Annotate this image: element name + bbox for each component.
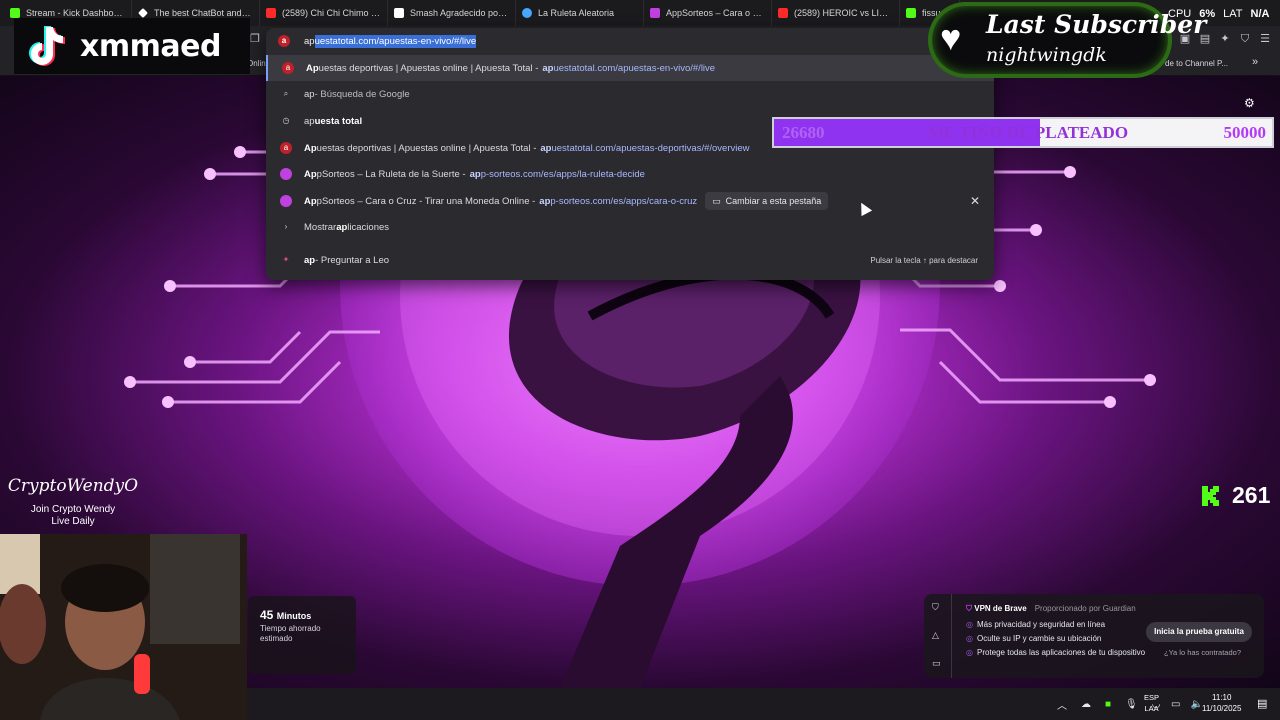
webcam-image [0,534,247,720]
monitor-icon[interactable]: ▭ [1171,699,1180,710]
bookmark-icon[interactable]: ❐ [248,32,262,46]
kick-tray-icon[interactable]: ■ [1105,699,1111,710]
leo-icon[interactable]: ✦ [1218,32,1232,46]
apuesta-total-icon: a [278,35,290,47]
already-subscribed-link[interactable]: ¿Ya lo has contratado? [1164,648,1241,657]
goal-target: 50000 [1223,123,1267,142]
tiktok-username: xmmaed [80,28,221,64]
tiktok-icon [394,8,404,18]
start-trial-button[interactable]: Inicia la prueba gratuita [1146,622,1252,642]
card-icon[interactable]: ▭ [932,658,941,669]
crypto-line-2: Live Daily [51,516,95,527]
shield-icon[interactable]: ⛉ [932,602,939,613]
heart-icon: ♥ [940,17,962,58]
suggestion-0[interactable]: a Ap uestas deportivas | Apuestas online … [266,55,994,81]
tab-2[interactable]: (2589) Chi Chi Chimo Chin [260,0,388,26]
tab-6[interactable]: (2589) HEROIC vs LIQUID [772,0,900,26]
suggestion-5[interactable]: Ap pSorteos – Cara o Cruz - Tirar una Mon… [266,188,994,214]
system-stats: CPU 6% LAT N/A [1168,8,1270,20]
vpn-promo-card: ⛉ △ ▭ ⛉ VPN de Brave Proporcionado por Gu… [924,594,1264,678]
menu-icon[interactable]: ☰ [1258,32,1272,46]
chevron-right-icon[interactable]: » [1252,56,1258,68]
address-bar[interactable]: a ap uestatotal.com/apuestas-en-vivo/#/li… [266,28,994,54]
tab-4[interactable]: La Ruleta Aleatoria [516,0,644,26]
suggestion-6[interactable]: › Mostrar ap licaciones [266,214,994,240]
kick-icon [10,8,20,18]
kick-viewers: 261 [1232,482,1271,508]
history-icon: ◷ [282,116,290,125]
appsorteos-icon [650,8,660,18]
appsorteos-icon [280,168,292,180]
address-typed: ap [304,35,315,47]
subscriber-goal-bar: 26680 ME TIÑO DE PLATEADO 50000 [772,117,1274,148]
keyboard-hint: Pulsar la tecla ↑ para destacar [870,255,978,265]
crypto-name: CryptoWendyO [7,476,139,496]
close-icon[interactable]: ✕ [970,194,980,208]
cloud-icon[interactable]: ☁ [1081,699,1091,710]
webcam-feed [0,534,247,720]
suggestion-4[interactable]: Ap pSorteos – La Ruleta de la Suerte - ap… [266,161,994,187]
chevron-up-icon[interactable]: ︿ [1057,697,1067,712]
youtube-icon [778,8,788,18]
leo-icon: ✦ [282,255,290,264]
microphone-icon[interactable]: 🎙 [1125,699,1138,710]
suggestion-7[interactable]: ✦ ap - Preguntar a Leo Pulsar la tecla ↑… [266,247,994,273]
chevron-right-icon: › [284,222,288,231]
kick-viewer-count: 261 [1200,482,1270,509]
gear-icon[interactable]: ⚙ [1244,96,1255,110]
last-subscriber-name: nightwingdk [986,44,1107,66]
time-saved-card: 45 Minutos Tiempo ahorrado estimado [248,596,356,674]
warning-icon[interactable]: △ [932,630,939,641]
windows-taskbar: ︿ ☁ ■ 🎙 ◡ ▭ 🔈 ▤ [247,688,1280,720]
tab-3[interactable]: Smash Agradecido por Dil [388,0,516,26]
appsorteos-icon [280,195,292,207]
address-autocomplete: uestatotal.com/apuestas-en-vivo/#/live [314,34,477,48]
vpn-shield-icon: ⛉ [966,604,972,613]
youtube-icon [266,8,276,18]
tab-5[interactable]: AppSorteos – Cara o Cruz [644,0,772,26]
omnibox-dropdown: a ap uestatotal.com/apuestas-en-vivo/#/li… [266,28,994,280]
switch-to-tab-button[interactable]: ▭ Cambiar a esta pestaña [705,192,829,210]
suggestion-1[interactable]: ⌕ ap - Búsqueda de Google [266,81,994,107]
goal-title: ME TIÑO DE PLATEADO [927,123,1129,142]
shield-icon[interactable]: ⛉ [1238,32,1252,46]
notification-icon[interactable]: ▤ [1257,697,1267,710]
crypto-line-1: Join Crypto Wendy [30,504,116,515]
kick-icon [906,8,916,18]
wheel-icon [522,8,532,18]
goal-current: 26680 [782,123,825,142]
crypto-wendy-overlay: CryptoWendyO Join Crypto Wendy Live Dail… [0,476,146,528]
diamond-icon [138,8,148,18]
tiktok-icon [29,26,65,66]
kick-icon [1202,485,1219,506]
tiktok-overlay: xmmaed [14,18,250,74]
bookmark-right[interactable]: de to Channel P... [1165,59,1228,68]
search-icon: ⌕ [283,89,289,98]
last-subscriber-widget: ♥ Last Subscriber nightwingdk [928,2,1206,78]
apuesta-total-icon: a [282,62,294,74]
system-clock[interactable]: 11:10 11/10/2025 [1202,692,1241,714]
tab-icon: ▭ [712,195,721,206]
apuesta-total-icon: a [280,142,292,154]
input-language[interactable]: ESP LAA [1144,692,1159,714]
